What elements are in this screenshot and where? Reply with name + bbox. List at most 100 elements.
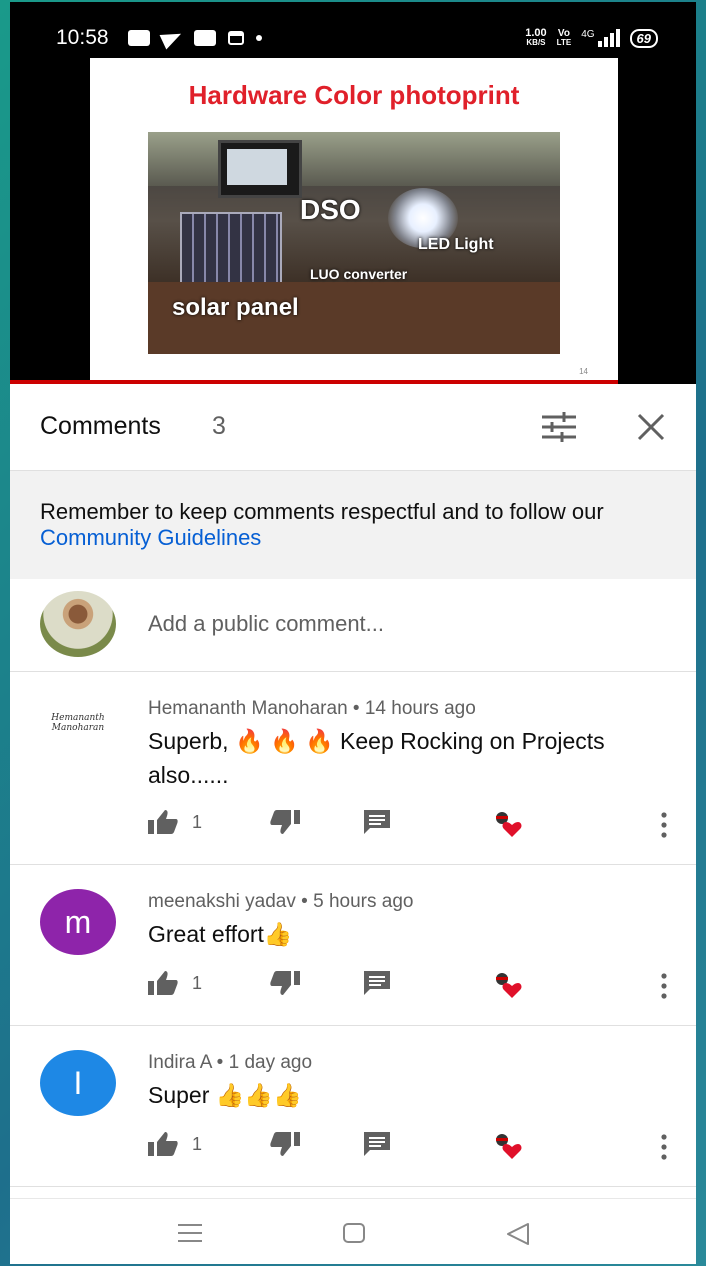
home-nav-icon[interactable]	[342, 1223, 366, 1243]
guidelines-prefix: Remember to keep comments respectful and…	[40, 499, 604, 524]
user-avatar	[40, 591, 116, 657]
like-count: 1	[192, 811, 203, 832]
reply-button[interactable]	[364, 971, 390, 995]
comments-count: 3	[212, 412, 226, 440]
commenter-avatar[interactable]: m	[40, 889, 116, 955]
network-speed-unit: KB/S	[526, 38, 546, 47]
reply-button[interactable]	[364, 810, 390, 834]
thumbs-down-icon	[270, 971, 300, 995]
creator-heart-button[interactable]	[492, 1132, 524, 1160]
comment-meta: meenakshi yadav • 5 hours ago	[148, 891, 413, 913]
dislike-button[interactable]	[270, 810, 300, 834]
dislike-button[interactable]	[270, 1132, 300, 1156]
commenter-avatar[interactable]: Hemananth Manoharan	[40, 690, 116, 756]
sort-filter-icon[interactable]	[540, 412, 578, 442]
menu-nav-icon[interactable]	[178, 1223, 202, 1243]
dislike-button[interactable]	[270, 971, 300, 995]
comment-meta: Hemananth Manoharan • 14 hours ago	[148, 698, 476, 720]
guidelines-text: Remember to keep comments respectful and…	[40, 499, 660, 551]
video-slide: Hardware Color photoprint DSO LED Light …	[90, 58, 618, 382]
youtube-notification-icon	[128, 30, 150, 46]
comment-meta: Indira A • 1 day ago	[148, 1052, 312, 1074]
photo-label-led: LED Light	[418, 236, 494, 253]
comments-header: Comments 3	[10, 384, 696, 471]
add-comment-input[interactable]: Add a public comment...	[148, 611, 384, 637]
comment-time: 14 hours ago	[364, 698, 476, 719]
slide-title: Hardware Color photoprint	[188, 80, 520, 110]
like-button[interactable]: 1	[148, 810, 202, 834]
reply-icon	[364, 810, 390, 834]
comment-time: 1 day ago	[228, 1052, 313, 1073]
slide-number: 14	[579, 367, 588, 376]
signal-group: 4G	[581, 29, 620, 47]
creator-heart-button[interactable]	[492, 971, 524, 999]
comment-item: I Indira A • 1 day ago Super 👍👍👍 1	[10, 1026, 696, 1187]
community-guidelines-link[interactable]: Community Guidelines	[40, 525, 261, 550]
comment-actions: 1	[148, 810, 678, 840]
meta-separator: •	[211, 1052, 229, 1073]
thumbs-up-icon	[148, 1132, 178, 1156]
comment-item: Hemananth Manoharan Hemananth Manoharan …	[10, 672, 696, 865]
comment-author[interactable]: meenakshi yadav	[148, 891, 296, 912]
photo-solar-panel	[180, 212, 282, 286]
photo-background	[148, 132, 560, 186]
notification-icons	[128, 30, 262, 46]
thumbs-up-icon	[148, 971, 178, 995]
comment-time: 5 hours ago	[313, 891, 414, 912]
like-count: 1	[192, 1133, 203, 1154]
back-nav-icon[interactable]	[506, 1223, 530, 1245]
creator-heart-icon	[496, 812, 522, 837]
more-vertical-icon[interactable]	[660, 973, 668, 999]
reply-icon	[364, 1132, 390, 1156]
photo-label-solar: solar panel	[172, 294, 299, 321]
creator-heart-button[interactable]	[492, 810, 524, 838]
meta-separator: •	[347, 698, 365, 719]
like-button[interactable]: 1	[148, 971, 202, 995]
community-guidelines-notice: Remember to keep comments respectful and…	[10, 471, 696, 579]
phone-screen: 10:58 1.00 KB/S Vo LTE 4G 69 Hardware Co…	[10, 2, 696, 1264]
close-icon[interactable]	[636, 412, 666, 442]
creator-heart-icon	[496, 973, 522, 998]
network-type: 4G	[581, 29, 595, 40]
photo-label-luo: LUO converter	[310, 266, 408, 282]
tv-notification-icon	[194, 30, 216, 46]
more-notifications-dot-icon	[256, 35, 262, 41]
volte-bottom: LTE	[556, 38, 572, 47]
status-bar: 10:58 1.00 KB/S Vo LTE 4G 69	[10, 2, 696, 54]
comment-text: Superb, 🔥 🔥 🔥 Keep Rocking on Projects a…	[148, 728, 605, 788]
comment-text: Super 👍👍👍	[148, 1082, 302, 1108]
comment-author[interactable]: Indira A	[148, 1052, 211, 1073]
add-comment-row[interactable]: Add a public comment...	[10, 579, 696, 672]
creator-heart-icon	[496, 1134, 522, 1159]
status-time: 10:58	[56, 26, 109, 49]
network-speed-value: 1.00	[525, 27, 547, 39]
status-right: 1.00 KB/S Vo LTE 4G 69	[525, 28, 658, 48]
hardware-photo: DSO LED Light LUO converter solar panel	[148, 132, 560, 354]
signal-strength-icon	[597, 29, 620, 47]
photo-label-dso: DSO	[300, 194, 361, 225]
comment-actions: 1	[148, 1132, 678, 1162]
system-navigation-bar	[10, 1198, 696, 1264]
thumbs-up-icon	[148, 810, 178, 834]
telegram-notification-icon	[162, 30, 182, 46]
more-vertical-icon[interactable]	[660, 1134, 668, 1160]
avatar-letter: m	[64, 903, 92, 940]
comment-actions: 1	[148, 971, 678, 1001]
more-vertical-icon[interactable]	[660, 812, 668, 838]
bank-notification-icon	[228, 31, 244, 45]
meta-separator: •	[295, 891, 314, 912]
avatar-letter: I	[73, 1064, 83, 1101]
thumbs-down-icon	[270, 1132, 300, 1156]
reply-button[interactable]	[364, 1132, 390, 1156]
video-player[interactable]: 10:58 1.00 KB/S Vo LTE 4G 69 Hardware Co…	[10, 2, 696, 384]
commenter-avatar[interactable]: I	[40, 1050, 116, 1116]
network-speed: 1.00 KB/S	[525, 28, 546, 48]
reply-icon	[364, 971, 390, 995]
comment-item: m meenakshi yadav • 5 hours ago Great ef…	[10, 865, 696, 1026]
like-button[interactable]: 1	[148, 1132, 202, 1156]
like-count: 1	[192, 972, 203, 993]
thumbs-down-icon	[270, 810, 300, 834]
comment-author[interactable]: Hemananth Manoharan	[148, 698, 348, 719]
volte-top: Vo	[557, 28, 570, 39]
avatar-signature: Hemananth Manoharan	[51, 713, 105, 733]
